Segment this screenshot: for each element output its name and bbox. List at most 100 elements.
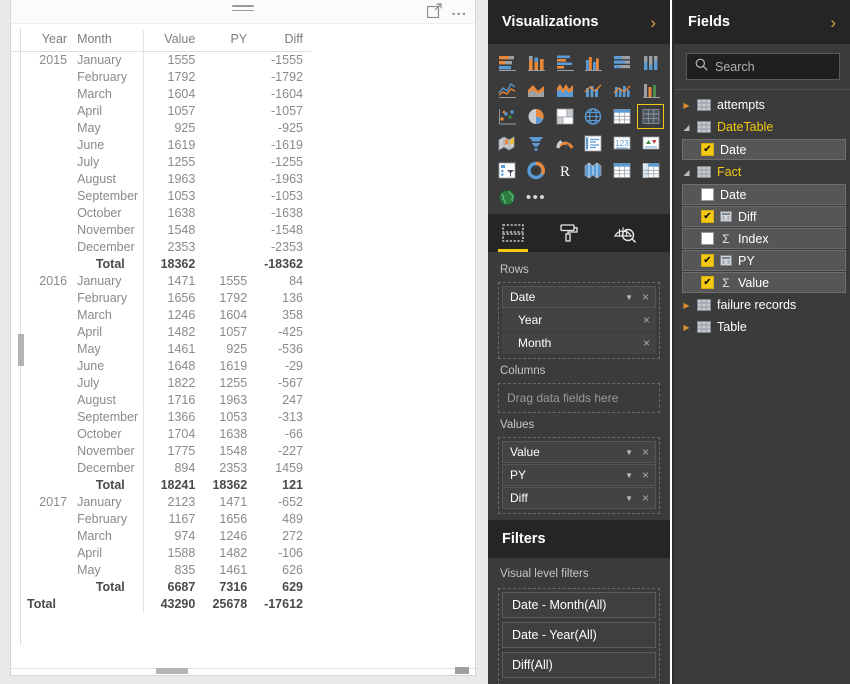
field-item-diff[interactable]: ✔ Diff	[682, 206, 846, 227]
table-alt-icon[interactable]	[609, 158, 636, 183]
hundred-percent-stacked-bar-chart-icon[interactable]	[609, 50, 636, 75]
fields-table-table[interactable]: ▶ Table	[674, 316, 850, 338]
expand-triangle-icon[interactable]: ▶	[682, 323, 691, 332]
remove-field-icon[interactable]: ×	[641, 313, 652, 327]
fields-tree[interactable]: ▶ attempts ◢ DateTable ✔ Date ◢ Fact Date ✔ Diff Σ I…	[674, 94, 850, 338]
area-chart-icon[interactable]	[523, 77, 550, 102]
vertical-scrollbar-thumb[interactable]	[18, 334, 24, 366]
visualizations-collapse-chevron-icon[interactable]: ›	[650, 14, 656, 31]
field-checkbox[interactable]: ✔	[701, 276, 714, 289]
column-header-value[interactable]: Value	[142, 30, 201, 52]
visualization-type-gallery[interactable]: 123 R •••	[488, 44, 670, 214]
stacked-bar-chart-icon[interactable]	[494, 50, 521, 75]
columns-well-box[interactable]: Drag data fields here	[498, 383, 660, 413]
field-item-date[interactable]: Date	[682, 184, 846, 205]
fields-table-failure-records[interactable]: ▶ failure records	[674, 294, 850, 316]
well-item-month[interactable]: Month ×	[502, 332, 656, 354]
card-icon[interactable]: 123	[609, 131, 636, 156]
table-row[interactable]: Total 18362 -18362	[11, 255, 311, 273]
table-row[interactable]: February 1167 1656 489	[11, 510, 311, 528]
field-checkbox[interactable]	[701, 188, 714, 201]
remove-field-icon[interactable]: ×	[640, 468, 651, 482]
column-header-month[interactable]: Month	[71, 30, 144, 52]
ribbon-chart-icon[interactable]	[637, 77, 664, 102]
expand-triangle-icon[interactable]: ▶	[682, 101, 691, 110]
collapse-triangle-icon[interactable]: ◢	[682, 123, 691, 132]
report-canvas[interactable]: ... Year Month Value PY Diff 2015Januar	[0, 0, 488, 684]
table-row[interactable]: June 1648 1619 -29	[11, 357, 311, 375]
hundred-percent-stacked-column-chart-icon[interactable]	[637, 50, 664, 75]
filled-map-icon[interactable]	[494, 131, 521, 156]
field-item-index[interactable]: Σ Index	[682, 228, 846, 249]
line-and-stacked-column-chart-icon[interactable]	[580, 77, 607, 102]
table-row[interactable]: March 974 1246 272	[11, 527, 311, 545]
donut-chart-icon[interactable]	[523, 158, 550, 183]
table-row[interactable]: May 835 1461 626	[11, 561, 311, 579]
table-row[interactable]: December 2353 -2353	[11, 238, 311, 256]
fields-table-datetable[interactable]: ◢ DateTable	[674, 116, 850, 138]
filter-cards-box[interactable]: Date - Month(All) Date - Year(All) Diff(Al…	[498, 588, 660, 684]
table-row[interactable]: March 1604 -1604	[11, 85, 311, 103]
stacked-column-chart-icon[interactable]	[523, 50, 550, 75]
well-item-diff[interactable]: Diff ▼ ×	[502, 487, 656, 509]
horizontal-scrollbar-thumb[interactable]	[156, 668, 188, 674]
table-row[interactable]: February 1792 -1792	[11, 68, 311, 86]
table-row[interactable]: 2015 January 1555 -1555	[11, 51, 311, 69]
table-row[interactable]: November 1548 -1548	[11, 221, 311, 239]
analytics-tab[interactable]	[610, 218, 640, 248]
table-row[interactable]: August 1716 1963 247	[11, 391, 311, 409]
line-chart-icon[interactable]	[494, 77, 521, 102]
rows-well-box[interactable]: Date ▼ × Year × Month ×	[498, 282, 660, 359]
matrix-alt-icon[interactable]	[637, 158, 664, 183]
remove-field-icon[interactable]: ×	[641, 336, 652, 350]
table-row[interactable]: April 1482 1057 -425	[11, 323, 311, 341]
clustered-column-chart-icon[interactable]	[580, 50, 607, 75]
funnel-chart-icon[interactable]	[523, 131, 550, 156]
table-row[interactable]: August 1963 -1963	[11, 170, 311, 188]
table-row[interactable]: February 1656 1792 136	[11, 289, 311, 307]
column-header-py[interactable]: PY	[200, 30, 252, 52]
table-row[interactable]: 2017 January 2123 1471 -652	[11, 493, 311, 511]
table-row[interactable]: 2016 January 1471 1555 84	[11, 272, 311, 290]
field-item-value[interactable]: ✔ Σ Value	[682, 272, 846, 293]
more-options-icon[interactable]: ...	[451, 3, 467, 18]
table-row[interactable]: Total 43290 25678 -17612	[11, 595, 311, 613]
fields-tab[interactable]	[498, 218, 528, 252]
table-row[interactable]: Total 18241 18362 121	[11, 476, 311, 494]
filter-card[interactable]: Date - Month(All)	[502, 592, 656, 618]
table-row[interactable]: December 894 2353 1459	[11, 459, 311, 477]
table-row[interactable]: May 925 -925	[11, 119, 311, 137]
table-row[interactable]: September 1053 -1053	[11, 187, 311, 205]
table-row[interactable]: November 1775 1548 -227	[11, 442, 311, 460]
field-checkbox[interactable]: ✔	[701, 210, 714, 223]
fields-collapse-chevron-icon[interactable]: ›	[830, 14, 836, 31]
matrix-icon[interactable]	[637, 104, 664, 129]
drag-handle-icon[interactable]	[232, 5, 254, 15]
field-item-py[interactable]: ✔ PY	[682, 250, 846, 271]
line-and-clustered-column-chart-icon[interactable]	[609, 77, 636, 102]
treemap-icon[interactable]	[551, 104, 578, 129]
well-item-value[interactable]: Value ▼ ×	[502, 441, 656, 463]
table-row[interactable]: Total 6687 7316 629	[11, 578, 311, 596]
well-item-year[interactable]: Year ×	[502, 309, 656, 331]
table-row[interactable]: June 1619 -1619	[11, 136, 311, 154]
search-input[interactable]: Search	[686, 53, 840, 80]
chevron-down-icon[interactable]: ▼	[625, 494, 633, 503]
matrix-table-container[interactable]: Year Month Value PY Diff 2015 January 1555…	[11, 24, 475, 675]
table-row[interactable]: October 1704 1638 -66	[11, 425, 311, 443]
focus-mode-icon[interactable]	[427, 3, 443, 19]
shape-map-icon[interactable]	[580, 158, 607, 183]
remove-field-icon[interactable]: ×	[640, 491, 651, 505]
gauge-icon[interactable]	[551, 131, 578, 156]
horizontal-scrollbar-track[interactable]	[11, 668, 475, 675]
collapse-triangle-icon[interactable]: ◢	[682, 168, 691, 177]
table-row[interactable]: July 1255 -1255	[11, 153, 311, 171]
column-header-diff[interactable]: Diff	[251, 30, 311, 52]
table-row[interactable]: September 1366 1053 -313	[11, 408, 311, 426]
table-row[interactable]: April 1057 -1057	[11, 102, 311, 120]
values-well-box[interactable]: Value ▼ × PY ▼ × Diff ▼ ×	[498, 437, 660, 514]
chevron-down-icon[interactable]: ▼	[625, 293, 633, 302]
table-row[interactable]: March 1246 1604 358	[11, 306, 311, 324]
field-checkbox[interactable]: ✔	[701, 143, 714, 156]
remove-field-icon[interactable]: ×	[640, 445, 651, 459]
